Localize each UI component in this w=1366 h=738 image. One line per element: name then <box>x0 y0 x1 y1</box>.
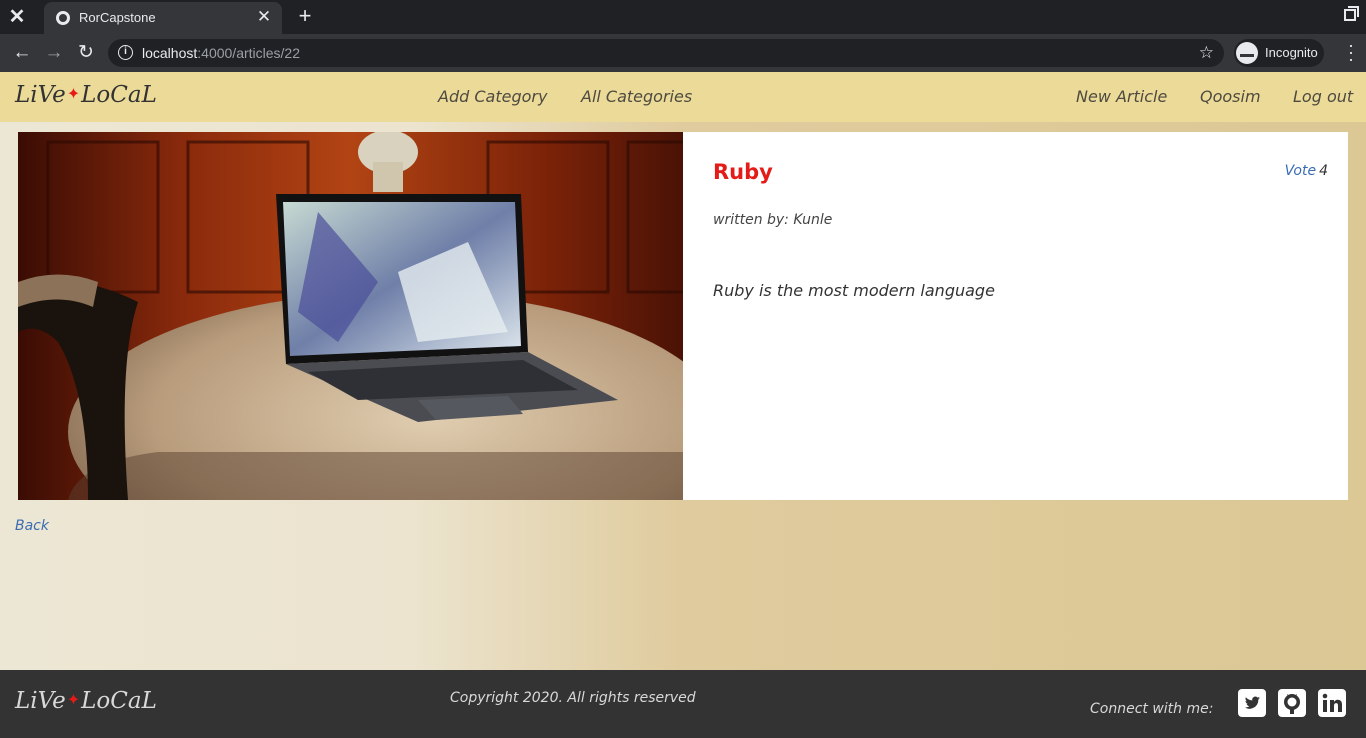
twitter-icon[interactable] <box>1238 689 1266 717</box>
nav-user-profile[interactable]: Qoosim <box>1200 87 1261 106</box>
site-logo[interactable]: LiVe✦LoCaL <box>15 82 157 108</box>
globe-icon <box>56 11 70 25</box>
site-footer: LiVe✦LoCaL Copyright 2020. All rights re… <box>0 670 1366 738</box>
vote-link[interactable]: Vote <box>1285 163 1316 179</box>
browser-tab[interactable]: RorCapstone ✕ <box>44 2 282 34</box>
github-icon[interactable] <box>1278 689 1306 717</box>
linkedin-icon[interactable] <box>1318 689 1346 717</box>
browser-tab-strip: ✕ RorCapstone ✕ + <box>0 0 1366 34</box>
browser-menu-icon[interactable]: · · · <box>1348 36 1354 68</box>
incognito-label: Incognito <box>1265 45 1318 60</box>
article-card: Ruby Vote 4 written by: Kunle Ruby is the… <box>18 132 1348 500</box>
logo-text-left: LiVe <box>15 82 66 108</box>
footer-logo-text-left: LiVe <box>15 688 66 714</box>
close-window-icon[interactable]: ✕ <box>6 6 28 28</box>
logo-text-right: LoCaL <box>81 82 157 108</box>
connect-label: Connect with me: <box>1090 701 1214 717</box>
tab-close-icon[interactable]: ✕ <box>254 7 274 27</box>
article-image <box>18 132 683 500</box>
new-tab-icon[interactable]: + <box>294 5 316 27</box>
back-arrow-icon[interactable]: ← <box>10 41 34 65</box>
back-link[interactable]: Back <box>15 518 49 534</box>
article-author: written by: Kunle <box>713 212 833 228</box>
vote-count: 4 <box>1319 163 1328 179</box>
logo-star-icon: ✦ <box>66 84 81 103</box>
browser-toolbar: ← → ↻ i localhost:4000/articles/22 ☆ Inc… <box>0 34 1366 72</box>
page-content: LiVe✦LoCaL Add Category All Categories N… <box>0 72 1366 738</box>
footer-logo-star-icon: ✦ <box>66 690 81 709</box>
footer-logo[interactable]: LiVe✦LoCaL <box>15 688 157 714</box>
vote-widget: Vote 4 <box>1285 163 1328 179</box>
url-host: localhost <box>142 45 198 61</box>
forward-arrow-icon[interactable]: → <box>42 41 66 65</box>
copyright-text: Copyright 2020. All rights reserved <box>450 690 696 706</box>
reload-icon[interactable]: ↻ <box>74 41 98 65</box>
nav-all-categories[interactable]: All Categories <box>581 87 692 106</box>
site-info-icon[interactable]: i <box>118 45 133 60</box>
tab-title: RorCapstone <box>79 10 156 25</box>
window-restore-icon[interactable] <box>1344 6 1359 21</box>
nav-new-article[interactable]: New Article <box>1076 87 1167 106</box>
bookmark-star-icon[interactable]: ☆ <box>1199 42 1214 64</box>
footer-logo-text-right: LoCaL <box>81 688 157 714</box>
nav-log-out[interactable]: Log out <box>1293 87 1353 106</box>
article-body: Ruby is the most modern language <box>713 281 995 300</box>
nav-add-category[interactable]: Add Category <box>438 87 547 106</box>
site-navbar: LiVe✦LoCaL Add Category All Categories N… <box>0 72 1366 122</box>
url-text[interactable]: localhost:4000/articles/22 <box>142 45 300 61</box>
address-bar[interactable]: i localhost:4000/articles/22 ☆ <box>108 39 1224 67</box>
url-path: :4000/articles/22 <box>197 45 300 61</box>
incognito-icon <box>1236 42 1258 64</box>
incognito-badge[interactable]: Incognito <box>1234 39 1324 67</box>
article-title: Ruby <box>713 160 773 184</box>
